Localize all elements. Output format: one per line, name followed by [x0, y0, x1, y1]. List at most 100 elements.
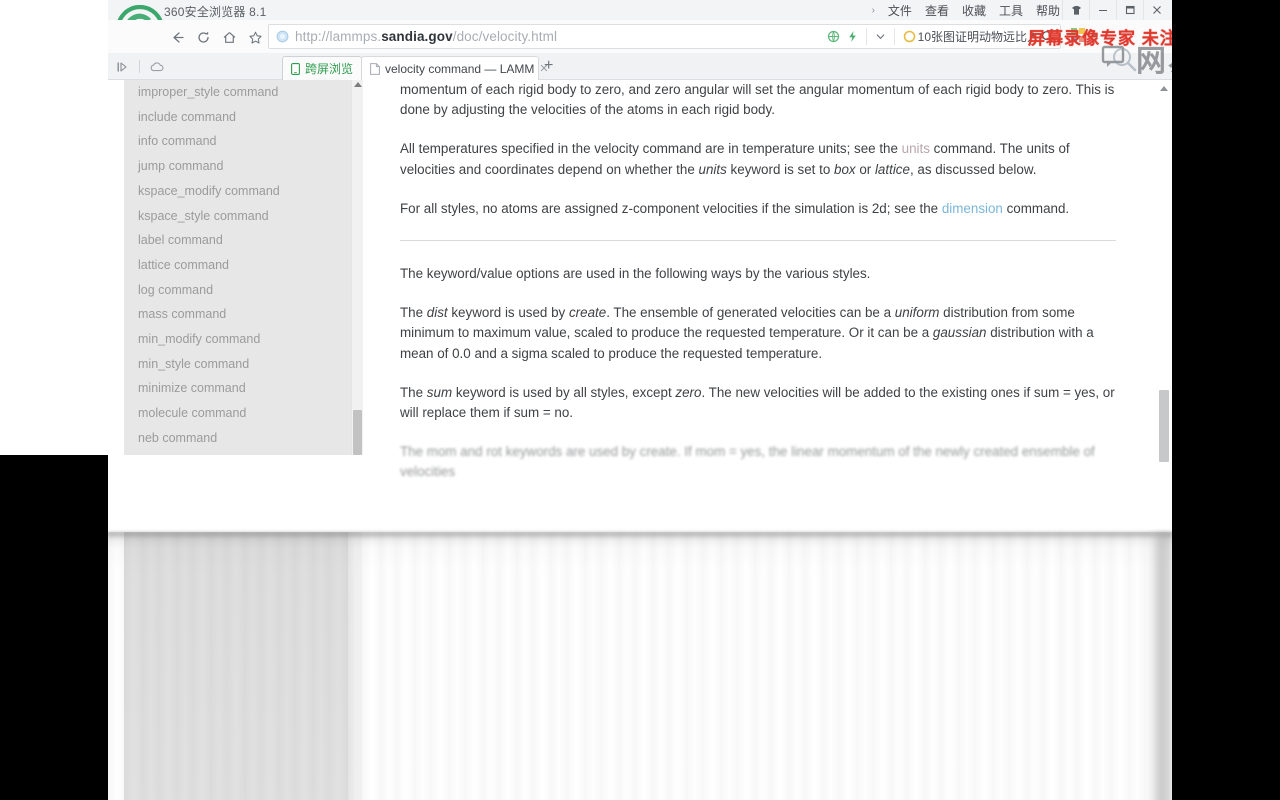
sidebar-item-kspace-style[interactable]: kspace_style command: [138, 204, 347, 229]
emphasis: uniform: [894, 305, 940, 321]
sidebar-item-kspace-modify[interactable]: kspace_modify command: [138, 179, 347, 204]
url-prefix: http://lammps.: [295, 29, 382, 44]
maximize-button[interactable]: [1116, 0, 1143, 20]
emphasis: dist: [426, 305, 448, 321]
menu-help[interactable]: 帮助: [1036, 2, 1060, 19]
close-button[interactable]: [1143, 0, 1170, 20]
sidebar-item-min-modify[interactable]: min_modify command: [138, 327, 347, 352]
sidebar-item-include[interactable]: include command: [138, 105, 347, 130]
inline-link[interactable]: dimension: [942, 201, 1003, 216]
nav-buttons: [164, 24, 268, 50]
sidebar-item-improper-style[interactable]: improper_style command: [138, 80, 347, 105]
sidebar-item-label[interactable]: label command: [138, 228, 347, 253]
text-run: momentum of each rigid body to zero, and…: [400, 82, 1115, 118]
menu-favorites[interactable]: 收藏: [962, 2, 986, 19]
letterbox-left-upper: [0, 0, 108, 455]
url-suffix: /doc/velocity.html: [452, 29, 558, 44]
emphasis: box: [834, 161, 856, 177]
paragraph-mom-rot-keyword: The mom and rot keywords are used by cre…: [400, 442, 1120, 482]
text-run: The: [400, 384, 427, 400]
text-run: All temperatures specified in the veloci…: [400, 141, 902, 157]
speed-lightning-icon[interactable]: [843, 30, 862, 43]
tab-cross-screen[interactable]: 跨屏浏览: [282, 56, 363, 80]
text-run: The keyword/value options are used in th…: [400, 266, 871, 282]
url-text: http://lammps.sandia.gov/doc/velocity.ht…: [295, 29, 557, 44]
paragraph-sum-keyword: The sum keyword is used by all styles, e…: [400, 383, 1120, 423]
emphasis: sum: [426, 384, 453, 400]
search-suggestion-text: 10张图证明动物远比人: [917, 30, 1039, 44]
paragraph-dist-keyword: The dist keyword is used by create. The …: [400, 303, 1120, 364]
inline-link-units[interactable]: units: [902, 141, 930, 156]
sidebar-item-neb[interactable]: neb command: [138, 426, 347, 451]
tab-velocity-command[interactable]: velocity command — LAMM ✕: [361, 56, 549, 80]
emphasis: lattice: [874, 161, 910, 177]
paragraph-keyword-value: The keyword/value options are used in th…: [400, 264, 1120, 284]
address-bar[interactable]: http://lammps.sandia.gov/doc/velocity.ht…: [268, 24, 1061, 49]
text-run: keyword is used by all styles, except: [452, 384, 676, 400]
app-grid-button[interactable]: ▾: [1070, 27, 1097, 43]
emphasis: zero: [675, 384, 702, 400]
page-icon: [370, 62, 380, 75]
menu-overflow-icon[interactable]: ›: [872, 5, 875, 16]
sidebar-scrollbar[interactable]: [351, 80, 363, 455]
sidebar-item-log[interactable]: log command: [138, 278, 347, 303]
tab-cross-screen-label: 跨屏浏览: [305, 62, 354, 76]
menu-bar: › 文件 查看 收藏 工具 帮助: [872, 0, 1060, 20]
menu-view[interactable]: 查看: [925, 2, 949, 19]
docs-sidebar[interactable]: improper_style command include command i…: [124, 80, 363, 455]
text-run: The mom and rot keywords are used by cre…: [400, 444, 1095, 480]
emphasis: create: [568, 305, 607, 321]
back-button[interactable]: [164, 24, 190, 50]
address-bar-divider-2: [893, 28, 895, 45]
security-shield-icon: [269, 30, 295, 43]
search-icon[interactable]: [1041, 30, 1054, 43]
sidebar-item-lattice[interactable]: lattice command: [138, 253, 347, 278]
phone-icon: [291, 62, 300, 75]
address-bar-divider: [865, 28, 867, 45]
cloud-icon[interactable]: [149, 60, 165, 74]
sidebar-item-info[interactable]: info command: [138, 129, 347, 154]
menu-file[interactable]: 文件: [888, 2, 912, 19]
tab-velocity-command-label: velocity command — LAMM: [385, 61, 535, 76]
sidebar-item-molecule[interactable]: molecule command: [138, 401, 347, 426]
tab-strip: 跨屏浏览 velocity command — LAMM ✕ +: [108, 53, 1172, 80]
menu-tools[interactable]: 工具: [999, 2, 1023, 19]
page-scroll-up-icon[interactable]: [1160, 86, 1168, 91]
home-button[interactable]: [216, 24, 242, 50]
text-run: , as discussed below.: [909, 161, 1037, 177]
sidebar-item-minimize[interactable]: minimize command: [138, 376, 347, 401]
article-body: momentum of each rigid body to zero, and…: [400, 80, 1120, 502]
tab-strip-divider: [139, 60, 140, 73]
text-run: command.: [1002, 200, 1070, 216]
sidebar-toggle-icon[interactable]: [116, 60, 130, 74]
skin-button[interactable]: [1062, 0, 1089, 20]
chevron-down-icon[interactable]: [871, 30, 890, 43]
app-grid-caret-icon[interactable]: ▾: [1092, 30, 1097, 41]
browser-product-name: 360安全浏览器 8.1: [164, 5, 267, 19]
translate-icon[interactable]: [824, 30, 843, 43]
sidebar-scroll-up-icon[interactable]: [354, 82, 362, 87]
page-scrollbar[interactable]: [1156, 80, 1172, 800]
letterbox-right: [1172, 0, 1280, 800]
page-content: improper_style command include command i…: [108, 80, 1172, 800]
paragraph-momentum: momentum of each rigid body to zero, and…: [400, 80, 1120, 120]
sidebar-item-min-style[interactable]: min_style command: [138, 352, 347, 377]
bookmark-star-button[interactable]: [242, 24, 268, 50]
title-bar: 360安全浏览器 8.1 › 文件 查看 收藏 工具 帮助: [108, 0, 1172, 20]
minimize-button[interactable]: [1089, 0, 1116, 20]
search-engine-icon: [903, 30, 916, 43]
emphasis: units: [698, 161, 727, 177]
address-bar-actions: 10张图证明动物远比人: [824, 25, 1060, 48]
reload-button[interactable]: [190, 24, 216, 50]
sidebar-item-mass[interactable]: mass command: [138, 302, 347, 327]
sidebar-scroll-thumb[interactable]: [353, 410, 362, 455]
new-tab-button[interactable]: +: [544, 58, 553, 74]
tab-strip-leading-icons: [116, 53, 165, 80]
page-viewport: improper_style command include command i…: [108, 80, 1172, 800]
screen: 360安全浏览器 8.1 › 文件 查看 收藏 工具 帮助 http://lam…: [0, 0, 1280, 800]
sidebar-item-jump[interactable]: jump command: [138, 154, 347, 179]
search-suggestion-chip[interactable]: 10张图证明动物远比人: [899, 28, 1060, 45]
text-run: For all styles, no atoms are assigned z-…: [400, 200, 942, 216]
app-grid-icon: [1070, 27, 1086, 43]
page-scroll-thumb[interactable]: [1159, 390, 1169, 462]
